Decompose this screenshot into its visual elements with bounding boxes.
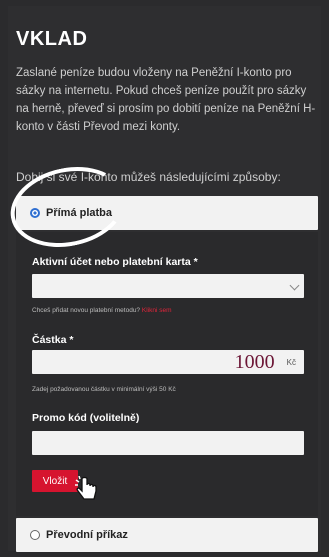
hand-pointer-icon bbox=[75, 476, 97, 500]
promo-label: Promo kód (volitelně) bbox=[32, 412, 140, 424]
payment-option-direct[interactable]: Přímá platba bbox=[16, 196, 318, 230]
amount-input[interactable]: 1000 Kč bbox=[32, 350, 304, 374]
amount-unit: Kč bbox=[286, 357, 296, 367]
amount-hint: Zadej požadovanou částku v minimální výš… bbox=[32, 386, 176, 393]
page-title: VKLAD bbox=[16, 28, 88, 50]
amount-value: 1000 bbox=[234, 350, 275, 373]
payment-option-label: Přímá platba bbox=[46, 207, 113, 219]
add-method-hint: Chceš přidat novou platební metodu? Klik… bbox=[32, 307, 171, 314]
payment-option-label: Převodní příkaz bbox=[46, 529, 128, 541]
account-label: Aktivní účet nebo platební karta * bbox=[32, 256, 198, 268]
add-method-text: Chceš přidat novou platební metodu? bbox=[32, 307, 141, 314]
chevron-down-icon bbox=[289, 280, 300, 291]
account-select[interactable] bbox=[32, 274, 304, 298]
promo-code-input[interactable] bbox=[32, 431, 304, 455]
add-method-link[interactable]: Klikni sem bbox=[142, 307, 172, 314]
amount-label: Částka * bbox=[32, 334, 74, 346]
radio-unselected-icon[interactable] bbox=[30, 530, 40, 540]
intro-text: Zaslané peníze budou vloženy na Peněžní … bbox=[16, 67, 316, 133]
radio-selected-icon[interactable] bbox=[30, 208, 40, 218]
submit-button[interactable]: Vložit bbox=[32, 470, 78, 492]
methods-heading: Dobij si své I-konto můžeš následujícími… bbox=[16, 170, 281, 184]
payment-option-transfer[interactable]: Převodní příkaz bbox=[16, 518, 318, 552]
